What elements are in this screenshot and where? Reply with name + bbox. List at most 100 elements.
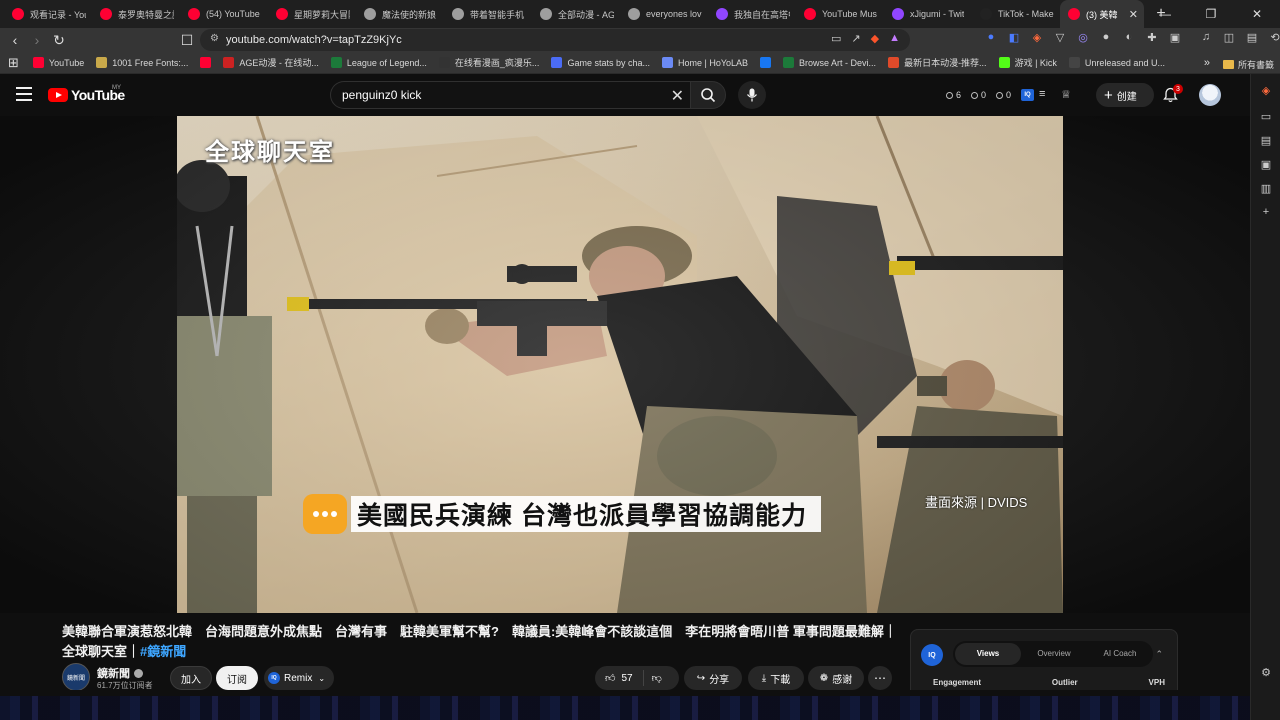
browser-tab[interactable]: YouTube Mus [796,0,884,28]
chevron-down-icon: ⌄ [318,673,326,683]
bookmark-item[interactable] [754,57,777,68]
address-url: youtube.com/watch?v=tapTzZ9KjYc [226,34,402,46]
split-view-icon[interactable]: ◫ [1222,31,1236,44]
bookmark-icon[interactable]: ☐ [176,29,198,51]
reload-button[interactable]: ↻ [48,29,70,51]
bookmark-item[interactable]: 1001 Free Fonts:... [90,57,194,68]
apps-icon[interactable]: ⊞ [6,55,27,71]
browser-toolbar: ‹ › ↻ ☐ ⚙ youtube.com/watch?v=tapTzZ9KjY… [0,28,1280,52]
settings-gear-icon[interactable]: ⚙ [1259,666,1273,680]
reading-list-icon[interactable]: ▥ [1259,182,1273,196]
channel-name[interactable]: 鏡新聞 [97,665,143,681]
extension-icon[interactable]: ◐ [1122,31,1136,44]
wallet-icon[interactable]: ▤ [1259,134,1273,148]
video-title-text: 美韓聯合軍演惹怒北韓 台海問題意外成焦點 台灣有事 駐韓美軍幫不幫? 韓議員:美… [62,624,897,659]
bookmark-item[interactable]: 最新日本动漫-推荐... [882,56,993,69]
music-icon[interactable]: ♫ [1199,31,1213,44]
like-button[interactable]: 👍︎ 57 [605,672,633,685]
maximize-button[interactable]: ❐ [1188,0,1234,28]
vidiq-logo[interactable]: IQ [921,644,943,666]
brave-shield-icon[interactable]: ◆ [871,32,879,45]
browser-tab[interactable]: TikTok - Make [972,0,1060,28]
clear-search-icon[interactable]: ✕ [671,86,684,106]
bookmark-item[interactable]: Unreleased and U... [1063,57,1171,68]
share-button[interactable]: ↪ 分享 [684,666,742,690]
vidiq-icon[interactable]: IQ [1021,89,1034,101]
bookmark-item[interactable]: Game stats by cha... [545,57,656,68]
search-button[interactable] [690,81,726,109]
add-panel-icon[interactable]: + [1259,206,1273,220]
voice-search-button[interactable] [738,81,766,109]
wallet-icon[interactable]: ▤ [1245,31,1259,44]
channel-avatar[interactable]: 鏡新聞 [62,663,90,691]
thanks-button[interactable]: ❁ 感谢 [808,666,864,690]
sidebar-app-icon[interactable]: ◈ [1259,84,1273,98]
address-bar[interactable]: ⚙ youtube.com/watch?v=tapTzZ9KjYc ▭ ↗ ◆ … [200,29,910,51]
browser-tab[interactable]: xJigumi - Twit [884,0,972,28]
tab-views[interactable]: Views [955,643,1021,665]
more-bookmarks-icon[interactable]: » [1204,57,1210,69]
list-icon[interactable]: ≡ [1039,88,1045,100]
site-info-icon[interactable]: ⚙ [210,33,219,44]
forward-button[interactable]: › [26,29,48,51]
video-player[interactable]: 全球聊天室 畫面來源 | DVIDS 美國民兵演練 台灣也派員學習協調能力 [177,116,1063,613]
clock-icon [946,91,953,99]
translate-icon[interactable]: ◧ [1007,31,1021,44]
trophy-icon[interactable]: ♕ [1061,88,1071,101]
bookmark-item[interactable]: 在线看漫画_疯漫乐... [433,56,546,69]
remix-button[interactable]: IQ Remix ⌄ [264,666,334,690]
download-button[interactable]: ⤓ 下載 [748,666,804,690]
search-input[interactable]: penguinz0 kick ✕ [330,81,690,109]
extension-icon[interactable]: ● [1099,31,1113,44]
bookmark-favicon-icon [1068,57,1080,68]
browser-tab[interactable]: 泰罗奥特曼之謎 [92,0,180,28]
share-icon[interactable]: ↗ [851,32,860,45]
browser-tab[interactable]: 我独自在高塔中 [708,0,796,28]
tab-ai-coach[interactable]: AI Coach [1087,643,1153,665]
back-button[interactable]: ‹ [4,29,26,51]
browser-tab[interactable]: everyones lov [620,0,708,28]
puzzle-icon[interactable]: ✚ [1145,31,1159,44]
rewards-icon[interactable]: ▲ [889,32,900,45]
browser-tab[interactable]: 观看记录 - You [4,0,92,28]
create-button[interactable]: + 创建 [1096,83,1154,107]
sidebar-app-icon[interactable]: ▭ [1259,110,1273,124]
bookmark-item[interactable]: YouTube [27,57,90,68]
notification-count-badge: 3 [1173,84,1183,94]
bookmark-item[interactable]: Home | HoYoLAB [656,57,754,68]
extension-icon[interactable]: ◈ [1030,31,1044,44]
close-tab-icon[interactable]: ✕ [1129,8,1138,21]
browser-tab[interactable]: (54) YouTube [180,0,268,28]
tab-groups-icon[interactable]: ▣ [1168,31,1182,44]
browser-tab[interactable]: 全部动漫 - AGE [532,0,620,28]
dislike-button[interactable]: 👎︎ [652,672,662,684]
sync-icon[interactable]: ⟲ [1268,31,1280,44]
extension-icon[interactable]: ▽ [1053,31,1067,44]
hashtag-link[interactable]: #鏡新聞 [140,644,186,659]
bookmark-item[interactable]: League of Legend... [325,57,433,68]
browser-tab[interactable]: 带着智能手机 [444,0,532,28]
account-avatar[interactable] [1199,84,1221,106]
browser-tab[interactable]: 星期萝莉大冒险 [268,0,356,28]
extension-icon[interactable]: ◎ [1076,31,1090,44]
bookmark-item[interactable]: 游戏 | Kick [993,56,1063,69]
tab-overview[interactable]: Overview [1021,643,1087,665]
minimize-button[interactable]: — [1142,0,1188,28]
subscribe-button[interactable]: 订阅 [216,666,258,690]
bookmarks-panel-icon[interactable]: ▣ [1259,158,1273,172]
guide-menu-icon[interactable] [16,87,32,101]
join-button[interactable]: 加入 [170,666,212,690]
cast-icon[interactable]: ▭ [831,32,841,45]
all-bookmarks-folder[interactable]: 所有書籤 [1222,58,1274,71]
close-window-button[interactable]: ✕ [1234,0,1280,28]
browser-tab[interactable]: 魔法使的新娘 [356,0,444,28]
collapse-chevron-icon[interactable]: ⌃ [1155,649,1163,660]
bookmark-item[interactable] [194,57,217,68]
bookmark-item[interactable]: AGE动漫 - 在线动... [217,56,325,69]
more-actions-button[interactable]: ⋯ [868,666,892,690]
bookmark-item[interactable]: Browse Art - Devi... [777,57,882,68]
tab-active[interactable]: (3) 美韓 ✕ [1060,0,1144,28]
thumbnail-strip [0,696,1250,720]
extension-icon[interactable]: ● [984,31,998,44]
youtube-play-icon [48,88,68,102]
